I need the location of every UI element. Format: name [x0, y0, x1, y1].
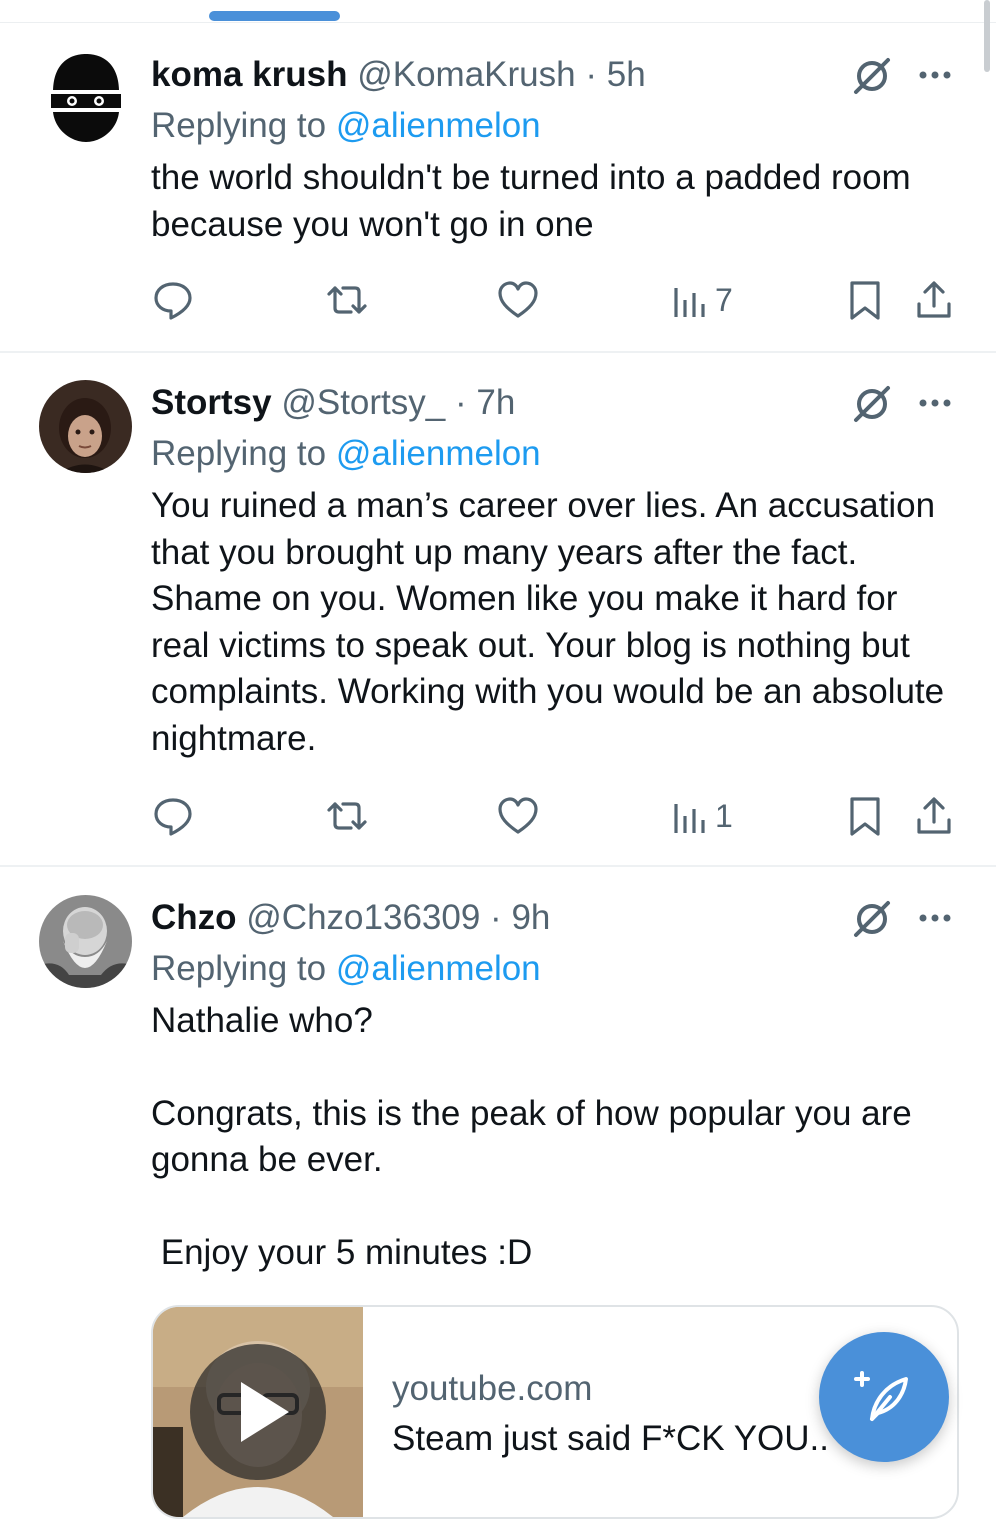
tweet-header: Stortsy @Stortsy_ · 7h	[151, 378, 515, 428]
avatar[interactable]	[39, 895, 132, 988]
tweet-paragraph: the world shouldn't be turned into a pad…	[151, 158, 921, 244]
timestamp[interactable]: 5h	[607, 55, 646, 94]
top-divider	[0, 22, 996, 23]
tweet-text: the world shouldn't be turned into a pad…	[151, 155, 961, 248]
share-button[interactable]	[914, 791, 954, 841]
more-icon[interactable]	[915, 393, 955, 413]
grok-icon[interactable]	[850, 897, 894, 941]
separator-dot: ·	[585, 55, 597, 94]
tweet-paragraph: Nathalie who?	[151, 1001, 373, 1040]
reply-button[interactable]	[151, 275, 195, 325]
share-icon	[917, 797, 951, 834]
separator-dot: ·	[454, 383, 467, 422]
display-name[interactable]: koma krush	[151, 55, 347, 94]
display-name[interactable]: Chzo	[151, 898, 237, 937]
tweet-header: koma krush @KomaKrush · 5h	[151, 50, 646, 100]
share-icon	[917, 281, 951, 318]
user-handle[interactable]: @Stortsy_	[281, 383, 445, 422]
grok-icon[interactable]	[850, 54, 894, 98]
card-title: Steam just said F*CK YOU..	[392, 1419, 830, 1458]
compose-button[interactable]	[819, 1332, 949, 1462]
replying-label: Replying to	[151, 106, 327, 145]
bearded-man-avatar	[39, 895, 132, 988]
reply-button[interactable]	[151, 791, 195, 841]
bookmark-button[interactable]	[847, 275, 883, 325]
repost-icon	[327, 286, 367, 314]
user-handle[interactable]: @KomaKrush	[357, 55, 575, 94]
replying-to: Replying to @alienmelon	[151, 101, 541, 151]
timestamp[interactable]: 9h	[511, 898, 550, 937]
repost-icon	[327, 802, 367, 830]
reply-icon	[154, 282, 192, 320]
tweet-text: Nathalie who? Congrats, this is the peak…	[151, 998, 961, 1276]
share-button[interactable]	[914, 275, 954, 325]
scrollbar[interactable]	[984, 0, 990, 72]
bookmark-icon	[850, 797, 880, 836]
like-button[interactable]	[496, 275, 540, 325]
analytics-icon	[674, 804, 705, 833]
reply-icon	[154, 798, 192, 836]
bookmark-button[interactable]	[847, 791, 883, 841]
repost-button[interactable]	[325, 791, 369, 841]
views-count: 7	[715, 281, 733, 318]
action-bar: 1	[0, 791, 996, 841]
masked-ninja-avatar	[39, 50, 132, 143]
tweet-header: Chzo @Chzo136309 · 9h	[151, 893, 550, 943]
mention-link[interactable]: @alienmelon	[336, 949, 541, 988]
analytics-icon	[674, 288, 705, 317]
tab-indicator	[209, 11, 340, 21]
user-handle[interactable]: @Chzo136309	[246, 898, 480, 937]
replying-to: Replying to @alienmelon	[151, 429, 541, 479]
tweet-text: You ruined a man’s career over lies. An …	[151, 483, 961, 762]
more-icon[interactable]	[915, 908, 955, 928]
tweet-paragraph: Enjoy your 5 minutes :D	[151, 1232, 533, 1272]
timestamp[interactable]: 7h	[476, 383, 515, 422]
compose-post-icon	[854, 1371, 908, 1421]
action-bar: 7	[0, 275, 996, 325]
card-domain: youtube.com	[392, 1369, 593, 1408]
tweet-divider	[0, 865, 996, 867]
video-thumbnail[interactable]	[153, 1307, 363, 1517]
mention-link[interactable]: @alienmelon	[336, 434, 541, 473]
views-button[interactable]: 7	[673, 275, 733, 325]
bookmark-icon	[850, 281, 880, 320]
replying-label: Replying to	[151, 949, 327, 988]
like-button[interactable]	[496, 791, 540, 841]
tweet-divider	[0, 351, 996, 353]
avatar[interactable]	[39, 50, 132, 143]
grok-icon[interactable]	[850, 382, 894, 426]
portrait-avatar	[39, 380, 132, 473]
heart-icon	[498, 281, 538, 318]
display-name[interactable]: Stortsy	[151, 383, 272, 422]
more-icon[interactable]	[915, 65, 955, 85]
heart-icon	[498, 797, 538, 834]
tweet-paragraph: Congrats, this is the peak of how popula…	[151, 1093, 922, 1180]
tweet-paragraph: You ruined a man’s career over lies. An …	[151, 486, 954, 758]
views-count: 1	[715, 797, 733, 834]
views-button[interactable]: 1	[673, 791, 733, 841]
replying-to: Replying to @alienmelon	[151, 944, 541, 994]
avatar[interactable]	[39, 380, 132, 473]
separator-dot: ·	[490, 898, 502, 937]
repost-button[interactable]	[325, 275, 369, 325]
mention-link[interactable]: @alienmelon	[336, 106, 541, 145]
replying-label: Replying to	[151, 434, 327, 473]
